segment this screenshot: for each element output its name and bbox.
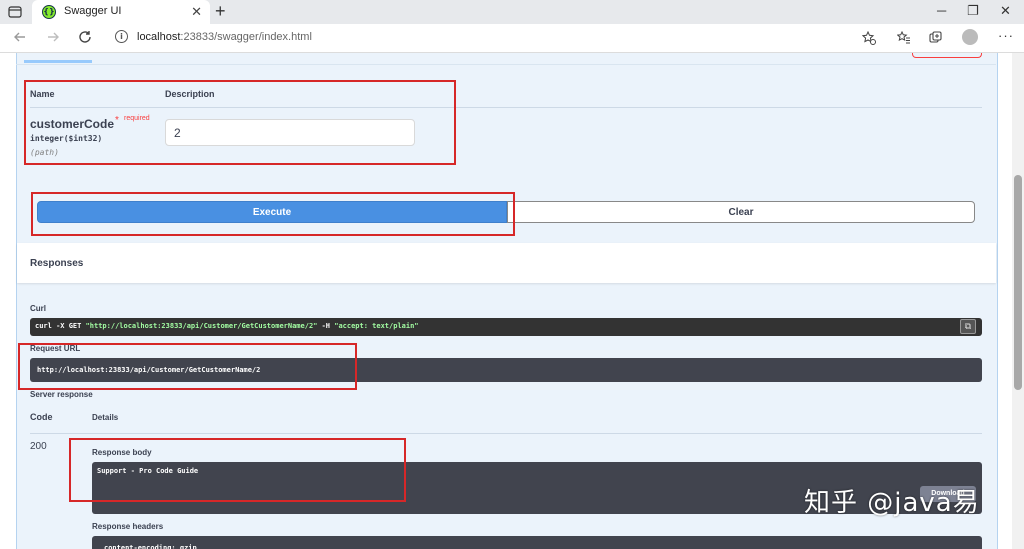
customer-code-input[interactable] — [165, 119, 415, 146]
restore-icon[interactable]: ❐ — [967, 3, 979, 19]
url-bar[interactable]: i localhost:23833/swagger/index.html — [107, 27, 884, 49]
swagger-favicon-icon: {} — [42, 5, 56, 19]
window-close-icon[interactable]: ✕ — [1000, 3, 1011, 19]
forward-icon[interactable] — [45, 29, 61, 45]
tab-actions-icon[interactable] — [8, 5, 22, 19]
responses-header — [17, 243, 996, 283]
refresh-icon[interactable] — [77, 29, 93, 45]
parameters-tab-underline — [24, 60, 92, 63]
required-star: * — [115, 115, 119, 126]
section-divider — [16, 64, 996, 65]
server-response-label: Server response — [30, 390, 93, 399]
curl-command[interactable]: curl -X GET "http://localhost:23833/api/… — [30, 318, 982, 336]
new-tab-icon[interactable]: + — [215, 1, 226, 22]
responses-title: Responses — [30, 258, 84, 269]
back-icon[interactable] — [12, 29, 28, 45]
tab-title: Swagger UI — [64, 5, 122, 17]
param-name: customerCode — [30, 117, 115, 131]
more-icon[interactable]: ··· — [998, 28, 1014, 43]
param-type: integer($int32) — [30, 134, 103, 143]
response-headers-label: Response headers — [92, 522, 164, 531]
collections-icon[interactable] — [929, 31, 943, 45]
site-info-icon[interactable]: i — [115, 30, 128, 43]
required-label: required — [124, 115, 150, 122]
response-table-divider — [30, 433, 982, 434]
scrollbar-thumb[interactable] — [1014, 175, 1022, 390]
response-body-label: Response body — [92, 448, 152, 457]
copy-icon[interactable]: ⧉ — [960, 319, 976, 334]
cancel-button-edge[interactable] — [912, 53, 982, 58]
param-location: (path) — [30, 148, 59, 157]
clear-button[interactable]: Clear — [507, 201, 975, 223]
profile-icon[interactable] — [962, 29, 978, 45]
execute-button[interactable]: Execute — [37, 201, 507, 223]
col-header-code: Code — [30, 412, 53, 422]
col-header-details: Details — [92, 413, 119, 422]
swagger-page: Name Description customerCode * required… — [0, 53, 1012, 549]
tab-bar: {} Swagger UI ✕ + ─ ❐ ✕ — [0, 0, 1024, 24]
minimize-icon[interactable]: ─ — [937, 3, 946, 18]
request-url-value[interactable]: http://localhost:23833/api/Customer/GetC… — [30, 358, 982, 382]
tab-close-icon[interactable]: ✕ — [191, 4, 202, 20]
star-add-icon[interactable] — [862, 31, 876, 45]
col-header-name: Name — [30, 89, 55, 99]
response-headers[interactable]: content-encoding: gzip — [92, 536, 982, 549]
favorites-icon[interactable] — [897, 31, 911, 45]
params-header-divider — [30, 107, 982, 108]
browser-tab[interactable]: {} Swagger UI ✕ — [32, 0, 210, 24]
request-url-label: Request URL — [30, 344, 81, 353]
watermark: 知乎 @java易 — [804, 488, 980, 518]
url-text[interactable]: localhost:23833/swagger/index.html — [137, 31, 312, 43]
curl-label: Curl — [30, 304, 46, 313]
col-header-description: Description — [165, 89, 215, 99]
status-code: 200 — [30, 441, 47, 452]
